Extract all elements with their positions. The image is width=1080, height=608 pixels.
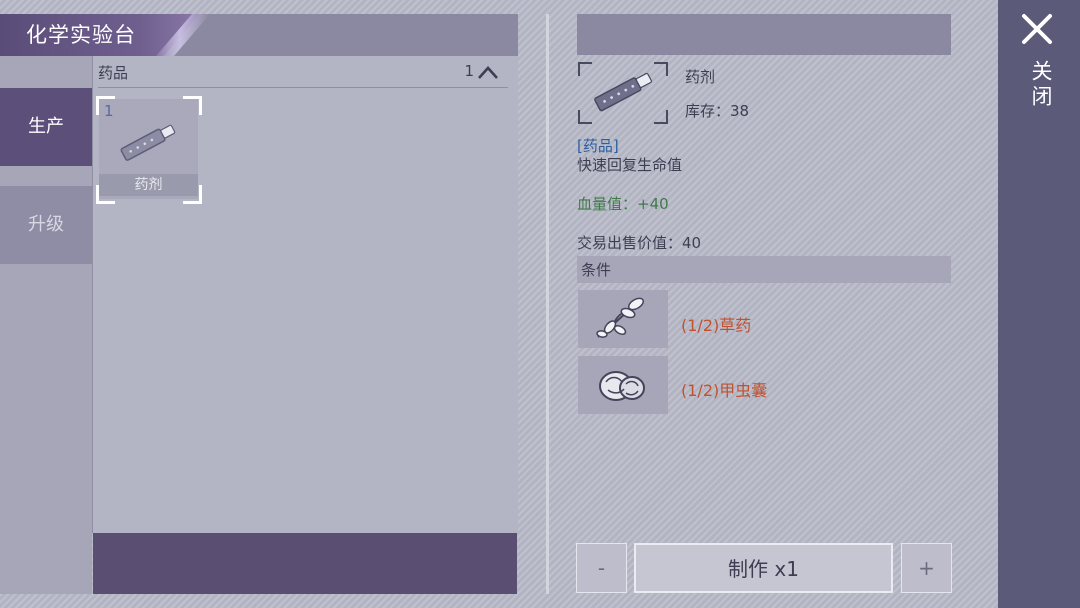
tab-upgrade[interactable]: 升级: [0, 186, 92, 264]
selection-corner: [96, 96, 115, 115]
page-title: 化学实验台: [26, 23, 136, 47]
list-footer: [93, 533, 517, 594]
category-count: 1: [464, 62, 474, 80]
craft-button[interactable]: 制作 x1: [634, 543, 893, 593]
conditions-header: 条件: [577, 256, 951, 283]
selection-corner: [183, 185, 202, 204]
close-icon[interactable]: [1020, 12, 1054, 46]
tab-production[interactable]: 生产: [0, 88, 92, 166]
condition-slot-beetle-sac[interactable]: [578, 356, 668, 414]
beetle-sac-icon: [599, 371, 645, 401]
selection-corner: [96, 185, 115, 204]
close-panel[interactable]: 关闭: [998, 0, 1080, 608]
chevron-up-icon[interactable]: [476, 63, 500, 81]
selection-corner: [183, 96, 202, 115]
detail-stock: 库存：38: [685, 102, 750, 120]
detail-hp-value: 血量值：+40: [577, 195, 669, 213]
category-header[interactable]: 药品 1: [98, 60, 508, 88]
detail-sell-price: 交易出售价值：40: [577, 234, 702, 252]
detail-header: [577, 14, 951, 55]
detail-description: 快速回复生命值: [577, 156, 683, 174]
detail-item-name: 药剂: [685, 68, 716, 86]
herb-icon: [596, 297, 645, 338]
detail-category: [药品]: [577, 137, 619, 155]
item-slot-medicine[interactable]: 1 药剂: [96, 96, 202, 204]
close-label[interactable]: 关闭: [1026, 60, 1056, 110]
decrease-quantity-button[interactable]: -: [576, 543, 627, 593]
detail-icon-frame: [578, 62, 668, 124]
condition-slot-herb[interactable]: [578, 290, 668, 348]
panel-divider: [546, 14, 549, 594]
condition-beetle-sac-text: (1/2)甲虫囊: [681, 381, 768, 400]
medicine-syringe-icon: [120, 124, 176, 161]
increase-quantity-button[interactable]: +: [901, 543, 952, 593]
medicine-syringe-icon: [594, 72, 653, 112]
condition-herb-text: (1/2)草药: [681, 316, 752, 335]
category-label: 药品: [98, 64, 129, 82]
conditions-label: 条件: [581, 261, 612, 279]
